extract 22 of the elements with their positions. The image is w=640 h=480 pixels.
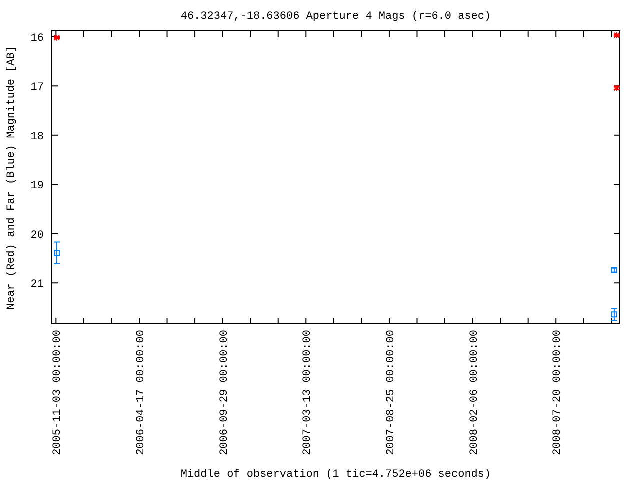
data-point [610,308,618,322]
y-axis-label: Near (Red) and Far (Blue) Magnitude [AB] [6,46,18,310]
x-tick-label: 2008-02-06 00:00:00 [468,330,481,456]
data-point [610,267,618,274]
x-axis-label: Middle of observation (1 tic=4.752e+06 seconds) [180,469,492,480]
y-tick-label: 17 [30,82,44,94]
x-tick-label: 2008-07-20 00:00:00 [552,330,564,456]
y-tick-label: 21 [30,279,44,292]
data-point [54,34,60,42]
y-tick-label: 19 [30,180,44,193]
x-tick-label: 2005-11-03 00:00:00 [52,330,64,456]
y-tick-label: 16 [30,32,44,45]
data-point [613,84,620,92]
x-tick-label: 2006-09-29 00:00:00 [218,330,231,456]
data-point [54,242,60,264]
y-tick-label: 18 [30,131,44,144]
x-tick-label: 2007-08-25 00:00:00 [385,330,398,456]
data-point [613,32,620,39]
chart-title: 46.32347,-18.63606 Aperture 4 Mags (r=6.0 asec) [180,11,492,23]
y-tick-label: 20 [30,230,44,242]
x-tick-label: 2006-04-17 00:00:00 [136,330,148,456]
x-tick-label: 2007-03-13 00:00:00 [302,330,314,456]
